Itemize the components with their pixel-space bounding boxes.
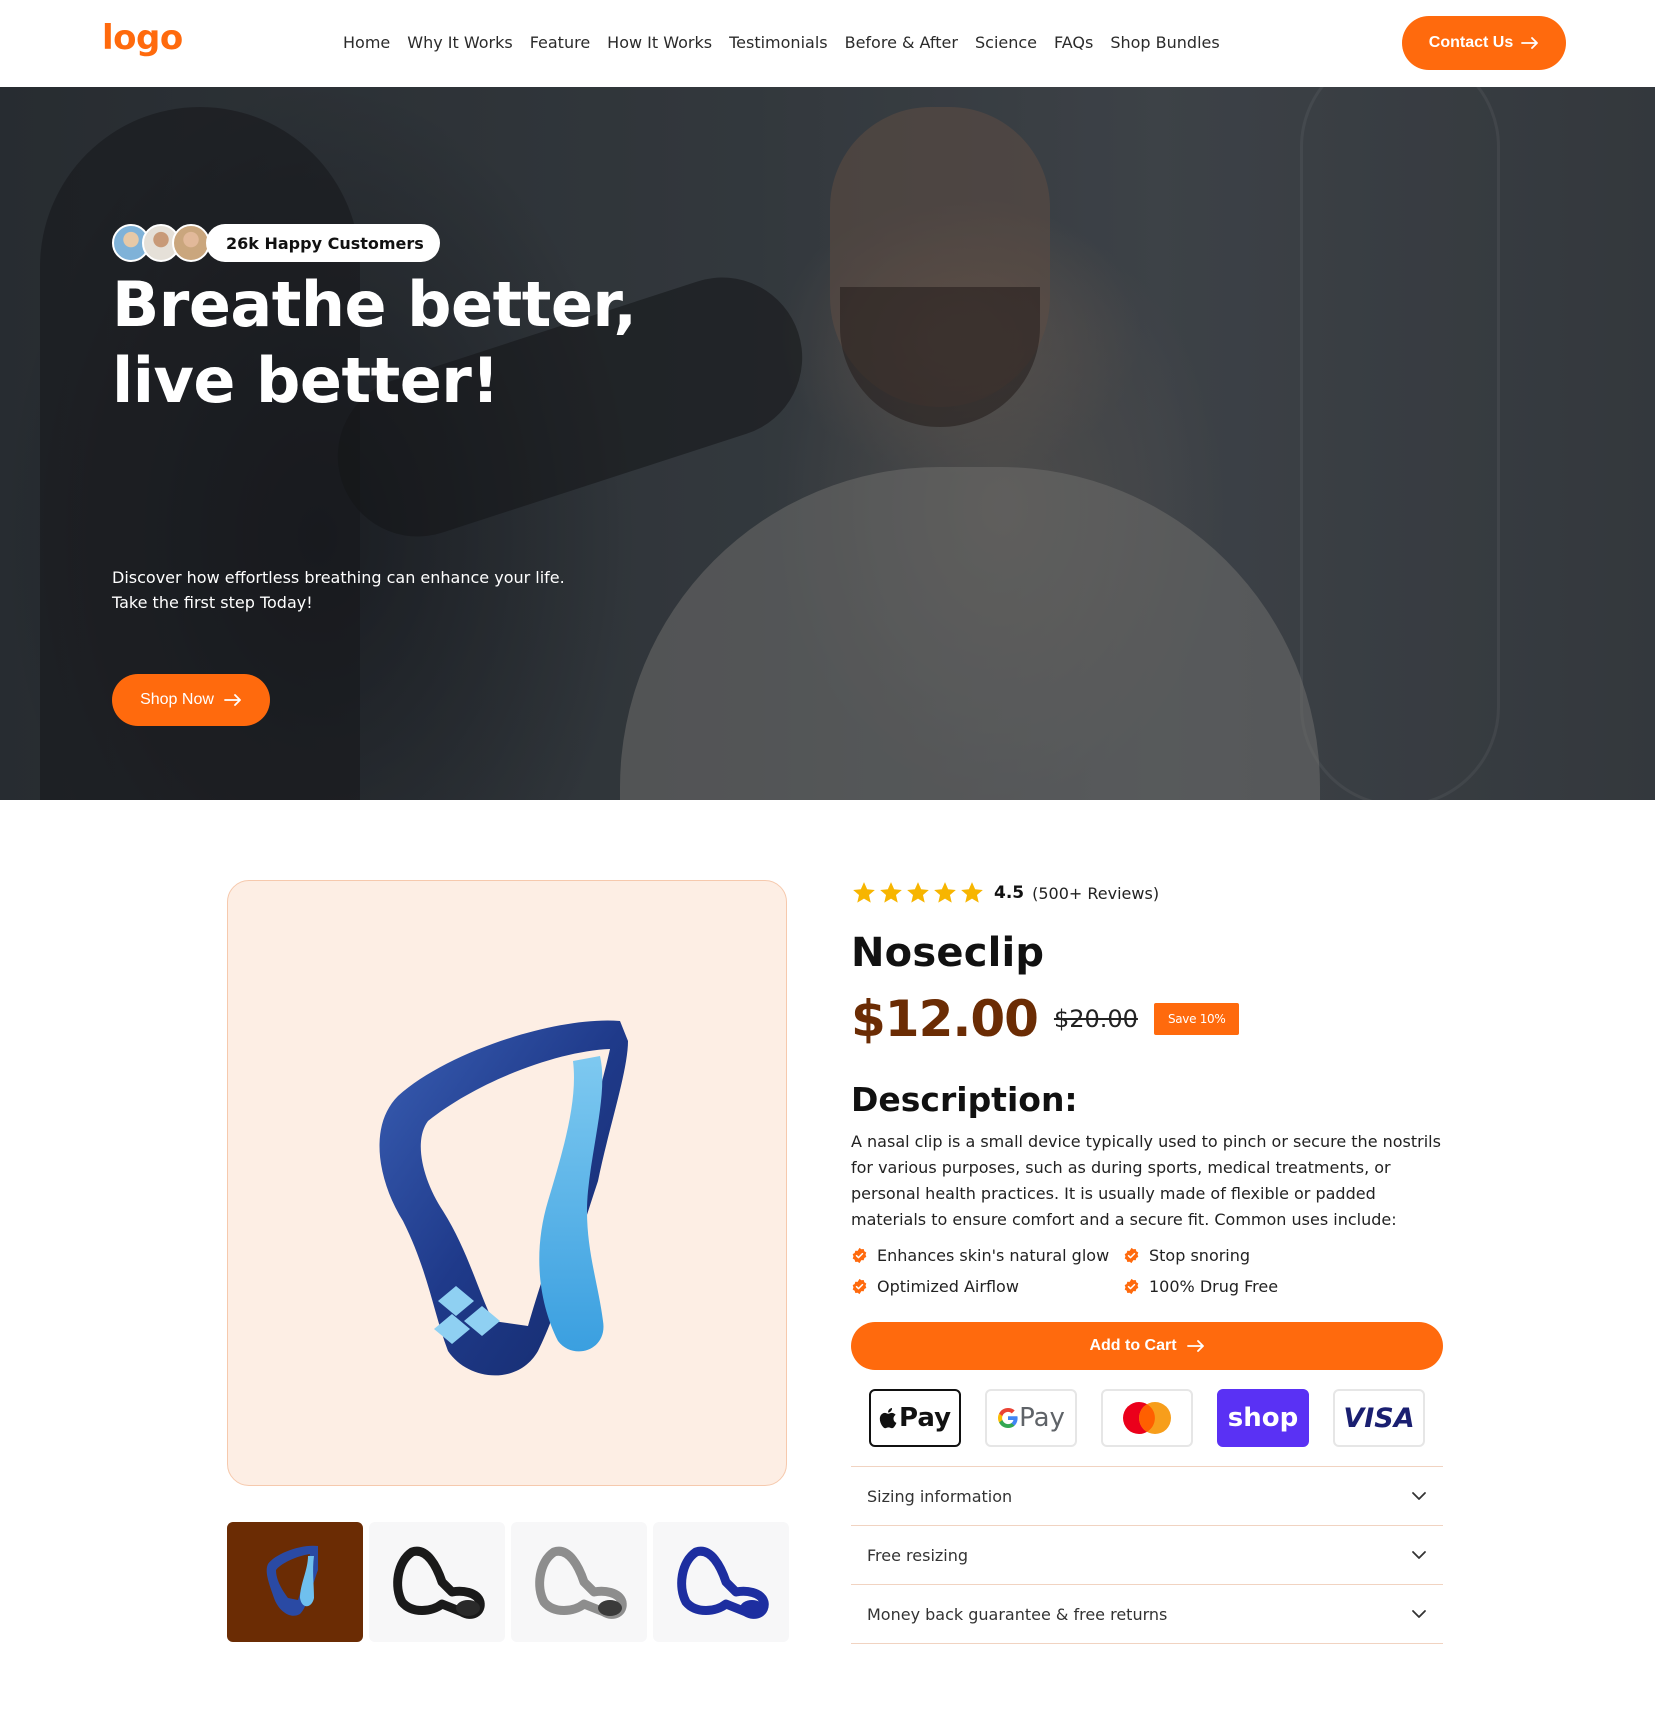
thumbnail-grey-clip[interactable] — [511, 1522, 647, 1642]
hero-section: 26k Happy Customers Breathe better, live… — [0, 87, 1655, 800]
benefit-label: 100% Drug Free — [1149, 1277, 1279, 1296]
benefit-list: Enhances skin's natural glow Stop snorin… — [851, 1246, 1291, 1296]
benefit-label: Enhances skin's natural glow — [877, 1246, 1110, 1265]
hero-title-line-1: Breathe better, — [112, 268, 637, 341]
shop-pay-logo: shop — [1217, 1389, 1309, 1447]
nav-science[interactable]: Science — [975, 33, 1037, 52]
description-heading: Description: — [851, 1080, 1078, 1119]
review-count[interactable]: (500+ Reviews) — [1032, 884, 1159, 903]
customer-avatars — [112, 224, 210, 262]
product-accordion: Sizing information Free resizing Money b… — [851, 1466, 1443, 1644]
thumbnail-image — [677, 1546, 769, 1619]
site-header: logo Home Why It Works Feature How It Wo… — [0, 0, 1655, 87]
save-badge: Save 10% — [1153, 1003, 1240, 1035]
arrow-right-icon — [1521, 37, 1539, 49]
description-text: A nasal clip is a small device typically… — [851, 1132, 1441, 1229]
apple-pay-logo: Pay — [869, 1389, 961, 1447]
benefit-item: Stop snoring — [1123, 1246, 1323, 1265]
star-icon — [961, 882, 983, 903]
thumbnail-black-clip[interactable] — [369, 1522, 505, 1642]
accordion-label: Money back guarantee & free returns — [867, 1604, 1168, 1624]
chevron-down-icon — [1412, 1551, 1426, 1559]
nav-testimonials[interactable]: Testimonials — [729, 33, 828, 52]
happy-customers-badge: 26k Happy Customers — [112, 223, 440, 263]
product-main-image — [227, 880, 787, 1486]
google-g-icon — [998, 1408, 1018, 1428]
apple-icon — [879, 1408, 897, 1429]
thumbnail-navy-clip[interactable] — [653, 1522, 789, 1642]
star-icon — [934, 882, 956, 903]
thumbnail-image — [266, 1545, 318, 1616]
visa-logo: VISA — [1333, 1389, 1425, 1447]
mastercard-icon — [1123, 1402, 1171, 1434]
nav-feature[interactable]: Feature — [530, 33, 590, 52]
hero-title: Breathe better, live better! — [112, 267, 637, 419]
contact-us-label: Contact Us — [1428, 34, 1514, 51]
payment-methods: Pay Pay shop VISA — [869, 1389, 1425, 1447]
thumbnail-blue-clip[interactable] — [227, 1522, 363, 1642]
apple-pay-label: Pay — [898, 1403, 952, 1433]
accordion-free-resizing[interactable]: Free resizing — [851, 1526, 1443, 1585]
accordion-label: Free resizing — [867, 1545, 969, 1565]
benefit-item: Optimized Airflow — [851, 1277, 1123, 1296]
product-title: Noseclip — [851, 930, 1045, 976]
check-badge-icon — [852, 1247, 867, 1264]
mastercard-logo — [1101, 1389, 1193, 1447]
nav-shop-bundles[interactable]: Shop Bundles — [1110, 33, 1219, 52]
original-price: $20.00 — [1053, 1005, 1138, 1033]
chevron-down-icon — [1412, 1492, 1426, 1500]
accordion-sizing-information[interactable]: Sizing information — [851, 1467, 1443, 1526]
accordion-money-back-guarantee[interactable]: Money back guarantee & free returns — [851, 1585, 1443, 1644]
product-rating: 4.5 (500+ Reviews) — [851, 880, 1159, 906]
main-nav: Home Why It Works Feature How It Works T… — [343, 33, 1237, 52]
nav-home[interactable]: Home — [343, 33, 390, 52]
contact-us-button[interactable]: Contact Us — [1402, 16, 1566, 70]
logo[interactable]: logo — [102, 18, 183, 58]
thumbnail-image — [393, 1546, 485, 1619]
shop-now-label: Shop Now — [140, 691, 214, 708]
shop-now-button[interactable]: Shop Now — [112, 674, 270, 726]
hero-title-line-2: live better! — [112, 344, 500, 417]
noseclip-image — [379, 1020, 628, 1376]
check-badge-icon — [852, 1278, 867, 1295]
add-to-cart-button[interactable]: Add to Cart — [851, 1322, 1443, 1370]
nav-faqs[interactable]: FAQs — [1054, 33, 1093, 52]
arrow-right-icon — [224, 694, 241, 706]
chevron-down-icon — [1412, 1610, 1426, 1618]
google-pay-logo: Pay — [985, 1389, 1077, 1447]
benefit-item: 100% Drug Free — [1123, 1277, 1323, 1296]
price-row: $12.00 $20.00 Save 10% — [851, 990, 1240, 1048]
rating-value: 4.5 — [994, 883, 1025, 903]
arrow-right-icon — [1186, 1340, 1204, 1352]
product-thumbnails — [227, 1522, 789, 1642]
hero-subtitle-line-1: Discover how effortless breathing can en… — [112, 568, 565, 587]
hero-subtitle-line-2: Take the first step Today! — [112, 593, 313, 612]
check-badge-icon — [1124, 1247, 1139, 1264]
avatar — [172, 224, 210, 262]
add-to-cart-label: Add to Cart — [1089, 1337, 1177, 1354]
nav-why-it-works[interactable]: Why It Works — [407, 33, 512, 52]
star-icon — [880, 882, 902, 903]
star-icon — [907, 882, 929, 903]
happy-customers-label: 26k Happy Customers — [206, 224, 440, 262]
benefit-item: Enhances skin's natural glow — [851, 1246, 1123, 1265]
accordion-label: Sizing information — [867, 1486, 1013, 1506]
thumbnail-image — [535, 1546, 627, 1619]
benefit-label: Stop snoring — [1149, 1246, 1251, 1265]
google-pay-label: Pay — [1019, 1403, 1065, 1433]
benefit-label: Optimized Airflow — [877, 1277, 1019, 1296]
current-price: $12.00 — [851, 990, 1039, 1048]
star-icon — [853, 882, 875, 903]
check-badge-icon — [1124, 1278, 1139, 1295]
nav-how-it-works[interactable]: How It Works — [607, 33, 712, 52]
hero-subtitle: Discover how effortless breathing can en… — [112, 565, 565, 615]
nav-before-after[interactable]: Before & After — [845, 33, 958, 52]
